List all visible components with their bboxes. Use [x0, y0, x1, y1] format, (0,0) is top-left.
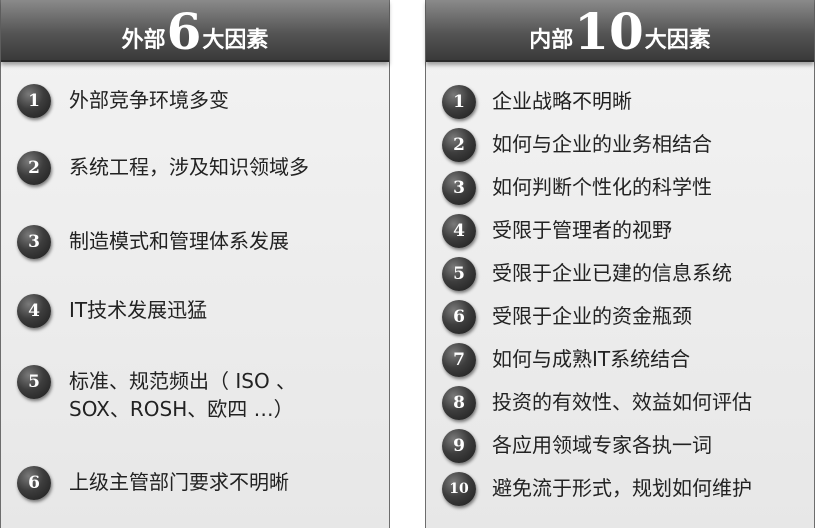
- factor-label: 如何与企业的业务相结合: [492, 132, 712, 156]
- external-factor-item: 6 上级主管部门要求不明晰: [17, 466, 369, 500]
- number-badge: 10: [442, 472, 476, 506]
- number-badge: 4: [442, 214, 476, 248]
- internal-factors-header: 内部 10 大因素: [426, 0, 814, 62]
- number-badge: 2: [17, 151, 51, 185]
- factor-label: 标准、规范频出（ ISO 、SOX、ROSH、欧四 …）: [69, 369, 297, 421]
- number-badge: 5: [442, 257, 476, 291]
- internal-factor-item: 1 企业战略不明晰: [442, 85, 812, 119]
- external-factors-title: 外部 6 大因素: [121, 2, 269, 61]
- factor-label: 各应用领域专家各执一词: [492, 433, 712, 457]
- number-badge: 9: [442, 429, 476, 463]
- factor-label: 企业战略不明晰: [492, 89, 632, 113]
- number-badge: 4: [17, 294, 51, 328]
- factor-label: IT技术发展迅猛: [69, 298, 208, 322]
- title-prefix: 内部: [529, 27, 574, 53]
- factor-label: 避免流于形式，规划如何维护: [492, 476, 752, 500]
- factor-label: 上级主管部门要求不明晰: [69, 470, 289, 494]
- factor-label: 外部竞争环境多变: [69, 88, 229, 112]
- factor-label: 如何判断个性化的科学性: [492, 175, 712, 199]
- factor-label: 受限于企业已建的信息系统: [492, 261, 732, 285]
- internal-factor-item: 9 各应用领域专家各执一词: [442, 429, 812, 463]
- external-factors-panel: 外部 6 大因素 1 外部竞争环境多变 2 系统工程，涉及知识领域多 3 制造模…: [0, 0, 390, 528]
- internal-factor-item: 5 受限于企业已建的信息系统: [442, 257, 812, 291]
- external-factor-item: 4 IT技术发展迅猛: [17, 294, 369, 328]
- number-badge: 6: [442, 300, 476, 334]
- factor-label: 如何与成熟IT系统结合: [492, 347, 691, 371]
- internal-factor-item: 10 避免流于形式，规划如何维护: [442, 472, 812, 506]
- number-badge: 8: [442, 386, 476, 420]
- number-badge: 1: [17, 84, 51, 118]
- external-factor-item: 2 系统工程，涉及知识领域多: [17, 151, 369, 185]
- number-badge: 1: [442, 85, 476, 119]
- title-suffix: 大因素: [202, 27, 269, 53]
- internal-factor-item: 4 受限于管理者的视野: [442, 214, 812, 248]
- number-badge: 6: [17, 466, 51, 500]
- internal-factors-panel: 内部 10 大因素 1 企业战略不明晰 2 如何与企业的业务相结合 3 如何判断…: [425, 0, 815, 528]
- number-badge: 3: [17, 225, 51, 259]
- factor-label: 投资的有效性、效益如何评估: [492, 390, 752, 414]
- internal-factor-item: 2 如何与企业的业务相结合: [442, 128, 812, 162]
- external-factor-item: 1 外部竞争环境多变: [17, 84, 369, 118]
- title-prefix: 外部: [121, 27, 166, 53]
- number-badge: 3: [442, 171, 476, 205]
- internal-factors-title: 内部 10 大因素: [529, 2, 711, 61]
- factor-label: 受限于管理者的视野: [492, 218, 672, 242]
- external-factor-item: 3 制造模式和管理体系发展: [17, 225, 369, 259]
- external-factor-item: 5 标准、规范频出（ ISO 、SOX、ROSH、欧四 …）: [17, 365, 339, 423]
- internal-factor-item: 7 如何与成熟IT系统结合: [442, 343, 812, 377]
- title-number: 10: [574, 2, 644, 61]
- factor-label: 受限于企业的资金瓶颈: [492, 304, 692, 328]
- external-factors-header: 外部 6 大因素: [1, 0, 389, 62]
- factor-label: 制造模式和管理体系发展: [69, 229, 289, 253]
- factor-label: 系统工程，涉及知识领域多: [69, 155, 309, 179]
- internal-factor-item: 8 投资的有效性、效益如何评估: [442, 386, 812, 420]
- number-badge: 2: [442, 128, 476, 162]
- internal-factor-item: 6 受限于企业的资金瓶颈: [442, 300, 812, 334]
- number-badge: 5: [17, 365, 51, 399]
- title-suffix: 大因素: [644, 27, 711, 53]
- title-number: 6: [166, 2, 202, 61]
- internal-factor-item: 3 如何判断个性化的科学性: [442, 171, 812, 205]
- number-badge: 7: [442, 343, 476, 377]
